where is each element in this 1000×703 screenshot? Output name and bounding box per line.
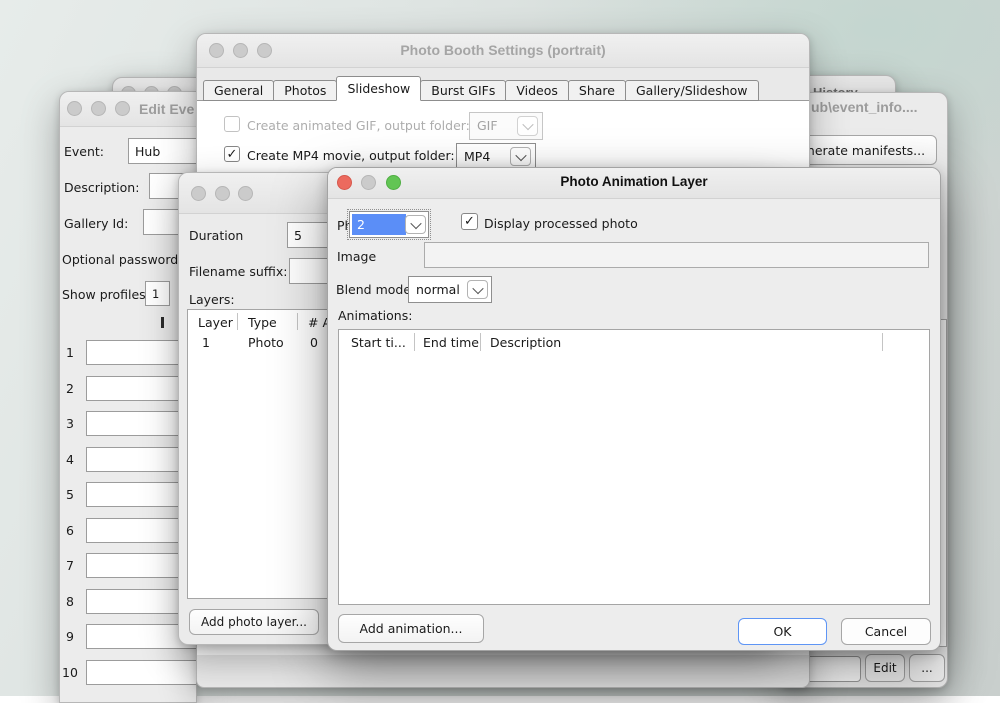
window-zoom-icon[interactable]	[115, 101, 130, 116]
create-gif-label: Create animated GIF, output folder:	[247, 118, 470, 133]
event-label: Event:	[64, 144, 104, 159]
window-close-icon[interactable]	[191, 186, 206, 201]
cancel-button[interactable]: Cancel	[841, 618, 931, 645]
create-mp4-checkbox[interactable]: ✓	[224, 146, 240, 162]
layers-col-type[interactable]: Type	[248, 315, 277, 330]
count-cell: 0	[310, 335, 318, 350]
profile-input[interactable]	[86, 660, 197, 685]
layers-label: Layers:	[189, 292, 235, 307]
row-number: 4	[60, 452, 80, 467]
row-number: 5	[60, 487, 80, 502]
window-zoom-icon[interactable]	[238, 186, 253, 201]
edit-event-title: Edit Eve	[139, 101, 194, 117]
create-gif-checkbox[interactable]	[224, 116, 240, 132]
chevron-down-icon[interactable]	[510, 147, 531, 166]
create-mp4-label: Create MP4 movie, output folder:	[247, 148, 455, 163]
type-cell: Photo	[248, 335, 284, 350]
description-label: Description:	[64, 180, 139, 195]
tab-videos[interactable]: Videos	[505, 80, 569, 101]
event-info-title: ub\event_info....	[811, 99, 918, 115]
animations-col-end[interactable]: End time	[423, 335, 479, 350]
row-number: 7	[60, 558, 80, 573]
image-input[interactable]	[424, 242, 929, 268]
event-input[interactable]: Hub	[128, 138, 197, 164]
tab-bar: General Photos Slideshow Burst GIFs Vide…	[204, 80, 759, 101]
layers-col-layer[interactable]: Layer	[198, 315, 233, 330]
tab-share[interactable]: Share	[568, 80, 626, 101]
tab-slideshow[interactable]: Slideshow	[336, 76, 421, 101]
add-photo-layer-button[interactable]: Add photo layer...	[189, 609, 319, 635]
image-label: Image	[337, 249, 376, 264]
blend-mode-value: normal	[411, 279, 467, 300]
chevron-down-icon[interactable]	[467, 280, 488, 299]
ok-button[interactable]: OK	[738, 618, 827, 645]
edit-event-window: Edit Eve Event: Hub Description: Gallery…	[59, 91, 197, 703]
gif-folder-combobox[interactable]: GIF	[469, 112, 543, 140]
photo-booth-title: Photo Booth Settings (portrait)	[197, 42, 809, 58]
window-close-icon[interactable]	[67, 101, 82, 116]
dialog-title: Photo Animation Layer	[328, 174, 940, 189]
row-number: 1	[60, 345, 80, 360]
mp4-folder-combobox[interactable]: MP4	[456, 143, 536, 170]
tab-general[interactable]: General	[203, 80, 274, 101]
optional-password-label: Optional password	[62, 252, 178, 267]
animations-label: Animations:	[338, 308, 412, 323]
show-profiles-input[interactable]: 1	[145, 281, 170, 306]
row-number: 10	[60, 665, 80, 680]
mp4-folder-value: MP4	[459, 146, 490, 167]
generate-manifests-button[interactable]: nerate manifests...	[795, 135, 937, 165]
tab-burst-gifs[interactable]: Burst GIFs	[420, 80, 506, 101]
photo-combobox[interactable]: 2	[349, 211, 429, 238]
row-number: 6	[60, 523, 80, 538]
animations-col-start[interactable]: Start ti...	[351, 335, 406, 350]
animations-table[interactable]: Start ti... End time Description	[338, 329, 930, 605]
display-processed-label: Display processed photo	[484, 216, 638, 231]
blend-mode-label: Blend mode:	[336, 282, 415, 297]
filename-suffix-label: Filename suffix:	[189, 264, 287, 279]
chevron-down-icon[interactable]	[405, 215, 426, 234]
photo-value: 2	[352, 214, 406, 235]
clipped-text-fragment	[161, 317, 164, 328]
tab-photos[interactable]: Photos	[273, 80, 337, 101]
gif-folder-value: GIF	[472, 115, 498, 137]
more-options-button[interactable]: ...	[909, 654, 945, 682]
show-profiles-label: Show profiles:	[62, 287, 150, 302]
row-number: 9	[60, 629, 80, 644]
blend-mode-combobox[interactable]: normal	[408, 276, 492, 303]
tab-gallery-slideshow[interactable]: Gallery/Slideshow	[625, 80, 759, 101]
display-processed-checkbox[interactable]: ✓	[461, 213, 478, 230]
duration-label: Duration	[189, 228, 243, 243]
photo-animation-layer-dialog: Photo Animation Layer Photo: 2 ✓ Display…	[327, 167, 941, 651]
chevron-down-icon[interactable]	[517, 116, 538, 136]
add-animation-button[interactable]: Add animation...	[338, 614, 484, 643]
layer-cell: 1	[202, 335, 210, 350]
gallery-id-label: Gallery Id:	[64, 216, 128, 231]
row-number: 3	[60, 416, 80, 431]
row-number: 2	[60, 381, 80, 396]
edit-button[interactable]: Edit	[865, 654, 905, 682]
window-minimize-icon[interactable]	[215, 186, 230, 201]
window-minimize-icon[interactable]	[91, 101, 106, 116]
row-number: 8	[60, 594, 80, 609]
animations-col-description[interactable]: Description	[490, 335, 561, 350]
